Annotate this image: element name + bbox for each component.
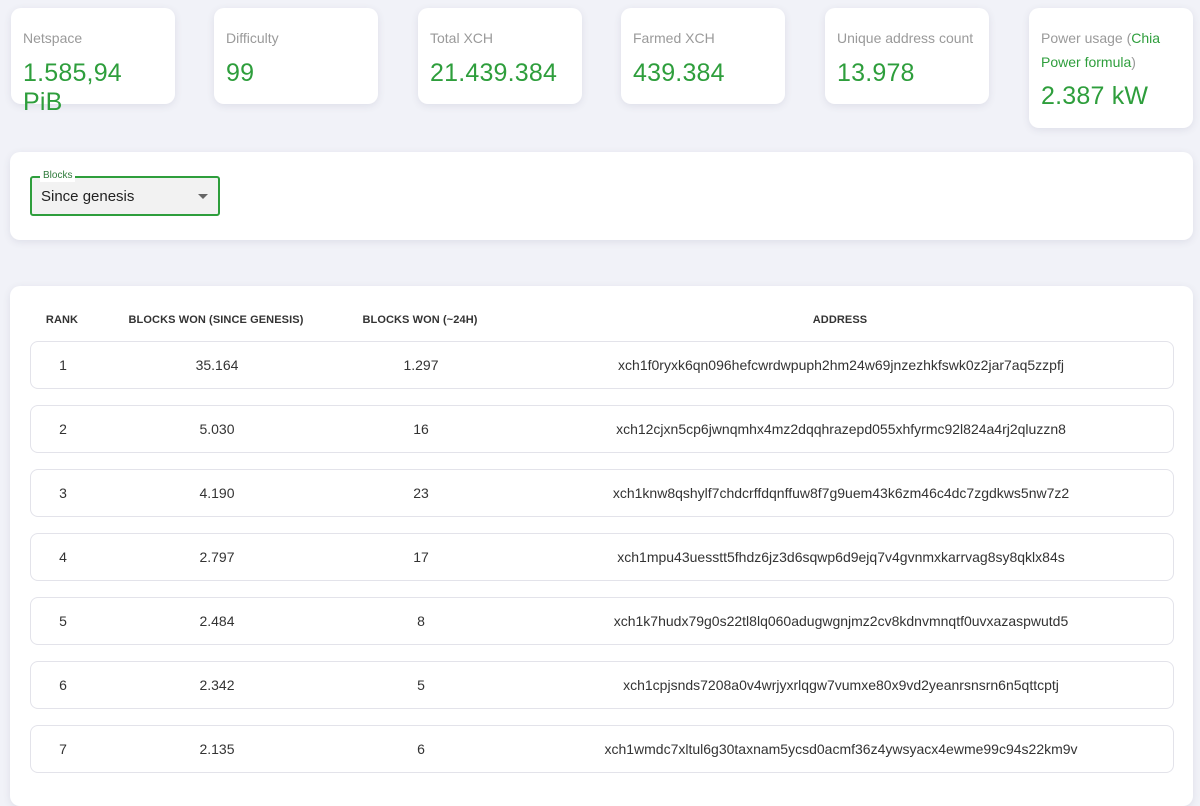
address-cell[interactable]: xch1knw8qshylf7chdcrffdqnffuw8f7g9uem43k… [501, 485, 1181, 501]
power-usage-label-prefix: Power usage ( [1041, 30, 1132, 46]
blocks-24h-cell: 16 [413, 421, 429, 437]
table-row[interactable]: 6 2.342 5 xch1cpjsnds7208a0v4wrjyxrlqgw7… [30, 661, 1174, 709]
table-row[interactable]: 5 2.484 8 xch1k7hudx79g0s22tl8lq060adugw… [30, 597, 1174, 645]
rank-cell: 6 [59, 677, 67, 693]
rank-cell: 7 [59, 741, 67, 757]
header-blocks-won[interactable]: Blocks won (since genesis) [126, 314, 306, 326]
address-cell[interactable]: xch1cpjsnds7208a0v4wrjyxrlqgw7vumxe80x9v… [501, 677, 1181, 693]
stats-bar: Netspace 1.585,94 PiB Difficulty 99 Tota… [0, 0, 1200, 140]
address-cell[interactable]: xch12cjxn5cp6jwnqmhx4mz2dqqhrazepd055xhf… [501, 421, 1181, 437]
blocks-won-cell: 2.797 [199, 549, 235, 565]
blocks-select-legend: Blocks [40, 170, 76, 182]
unique-address-value: 13.978 [837, 59, 915, 87]
rank-cell: 5 [59, 613, 67, 629]
table-row[interactable]: 7 2.135 6 xch1wmdc7xltul6g30taxnam5ycsd0… [30, 725, 1174, 773]
address-cell[interactable]: xch1mpu43uesstt5fhdz6jz3d6sqwp6d9ejq7v4g… [501, 549, 1181, 565]
blocks-24h-cell: 1.297 [403, 357, 439, 373]
blocks-period-select[interactable]: Blocks Since genesis [30, 170, 220, 216]
header-blocks-24h[interactable]: Blocks won (~24h) [330, 314, 510, 326]
blocks-24h-cell: 17 [413, 549, 429, 565]
power-usage-card: Power usage (Chia Power formula) 2.387 k… [1029, 8, 1193, 128]
total-xch-label: Total XCH [430, 30, 494, 46]
leaderboard-table: Rank Blocks won (since genesis) Blocks w… [10, 286, 1193, 806]
rank-cell: 1 [59, 357, 67, 373]
address-cell[interactable]: xch1f0ryxk6qn096hefcwrdwpuph2hm24w69jnze… [501, 357, 1181, 373]
farmed-xch-card: Farmed XCH 439.384 [621, 8, 785, 104]
power-usage-label: Power usage (Chia Power formula) [1041, 26, 1181, 74]
unique-address-label: Unique address count [837, 30, 974, 46]
blocks-won-cell: 4.190 [199, 485, 235, 501]
difficulty-card: Difficulty 99 [214, 8, 378, 104]
total-xch-value: 21.439.384 [430, 59, 558, 87]
total-xch-card: Total XCH 21.439.384 [418, 8, 582, 104]
address-cell[interactable]: xch1k7hudx79g0s22tl8lq060adugwgnjmz2cv8k… [501, 613, 1181, 629]
blocks-won-cell: 2.484 [199, 613, 235, 629]
table-header: Rank Blocks won (since genesis) Blocks w… [30, 314, 1174, 328]
blocks-won-cell: 35.164 [195, 357, 239, 373]
blocks-won-cell: 2.135 [199, 741, 235, 757]
netspace-value: 1.585,94 PiB [23, 59, 122, 116]
farmed-xch-value: 439.384 [633, 59, 725, 87]
address-cell[interactable]: xch1wmdc7xltul6g30taxnam5ycsd0acmf36z4yw… [501, 741, 1181, 757]
rank-cell: 4 [59, 549, 67, 565]
difficulty-label: Difficulty [226, 30, 279, 46]
farmed-xch-label: Farmed XCH [633, 30, 715, 46]
rank-cell: 2 [59, 421, 67, 437]
table-row[interactable]: 1 35.164 1.297 xch1f0ryxk6qn096hefcwrdwp… [30, 341, 1174, 389]
power-usage-value: 2.387 kW [1041, 82, 1149, 110]
blocks-24h-cell: 6 [417, 741, 425, 757]
header-address[interactable]: Address [500, 314, 1180, 326]
difficulty-value: 99 [226, 59, 255, 87]
rank-cell: 3 [59, 485, 67, 501]
blocks-select-value: Since genesis [41, 188, 135, 205]
caret-down-icon [198, 194, 208, 199]
blocks-won-cell: 2.342 [199, 677, 235, 693]
blocks-24h-cell: 23 [413, 485, 429, 501]
power-usage-label-suffix: ) [1131, 54, 1136, 70]
filter-panel: Blocks Since genesis [10, 152, 1193, 240]
unique-address-card: Unique address count 13.978 [825, 8, 989, 104]
netspace-label: Netspace [23, 30, 83, 46]
table-row[interactable]: 4 2.797 17 xch1mpu43uesstt5fhdz6jz3d6sqw… [30, 533, 1174, 581]
blocks-24h-cell: 8 [417, 613, 425, 629]
table-row[interactable]: 2 5.030 16 xch12cjxn5cp6jwnqmhx4mz2dqqhr… [30, 405, 1174, 453]
netspace-card: Netspace 1.585,94 PiB [11, 8, 175, 116]
header-rank[interactable]: Rank [30, 314, 94, 326]
blocks-24h-cell: 5 [417, 677, 425, 693]
blocks-won-cell: 5.030 [199, 421, 235, 437]
table-row[interactable]: 3 4.190 23 xch1knw8qshylf7chdcrffdqnffuw… [30, 469, 1174, 517]
